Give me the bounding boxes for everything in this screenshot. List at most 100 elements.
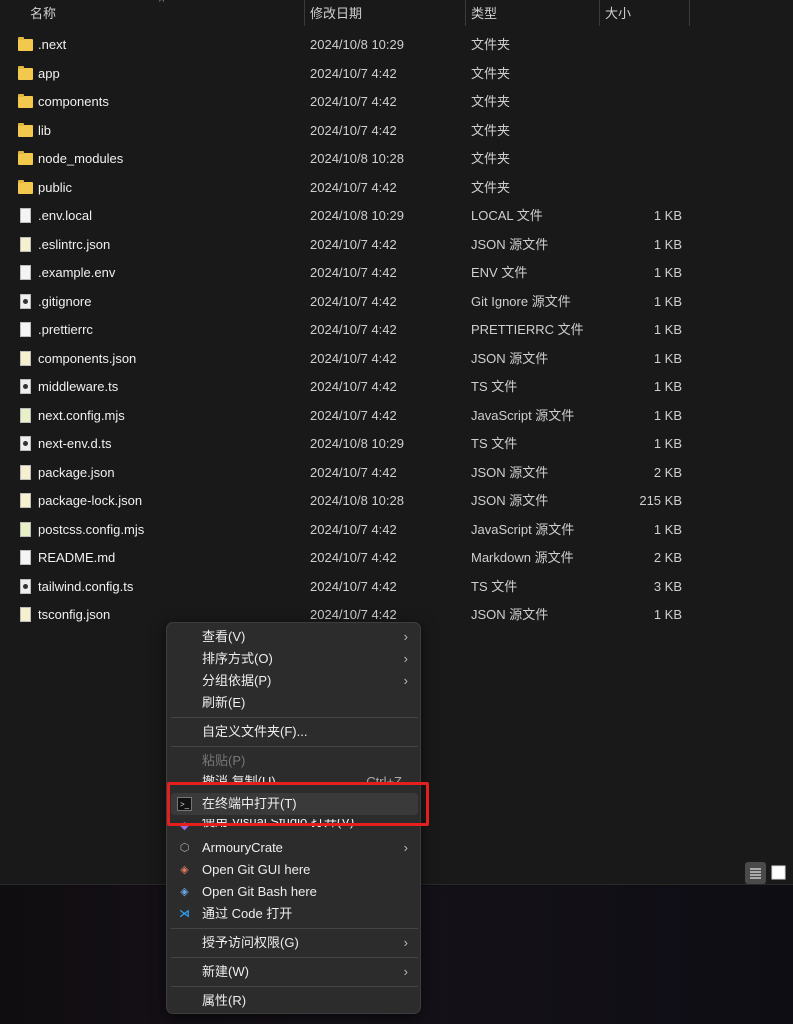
file-row[interactable]: .next 2024/10/8 10:29 文件夹	[0, 31, 793, 59]
file-name: package-lock.json	[38, 493, 143, 508]
file-modified: 2024/10/7 4:42	[310, 65, 397, 81]
file-name: .eslintrc.json	[38, 236, 111, 252]
column-divider[interactable]	[304, 0, 305, 26]
chevron-right-icon: ›	[403, 651, 408, 666]
file-name: tailwind.config.ts	[38, 578, 134, 594]
file-name: middleware.ts	[38, 379, 119, 394]
file-row[interactable]: postcss.config.mjs 2024/10/7 4:42 JavaScri…	[0, 516, 793, 544]
file-row[interactable]: lib 2024/10/7 4:42 文件夹	[0, 117, 793, 145]
file-name: package.json	[38, 464, 115, 480]
menu-item-git-bash[interactable]: ◈ Open Git Bash here	[171, 881, 418, 903]
file-name: next-env.d.ts	[38, 436, 112, 451]
file-type: PRETTIERRC 文件	[471, 322, 584, 337]
menu-item-armourycrate[interactable]: ⬡ ArmouryCrate ›	[171, 837, 418, 859]
file-row[interactable]: .gitignore 2024/10/7 4:42 Git Ignore 源文件 1 …	[0, 288, 793, 316]
menu-item-refresh[interactable]: 刷新(E)	[171, 692, 418, 714]
file-type: JSON 源文件	[471, 236, 549, 252]
file-modified: 2024/10/8 10:29	[310, 208, 404, 223]
menu-separator	[171, 746, 418, 747]
file-modified: 2024/10/8 10:29	[310, 436, 404, 451]
file-type: JSON 源文件	[471, 493, 549, 508]
file-type: 文件夹	[471, 94, 511, 109]
file-row[interactable]: components.json 2024/10/7 4:42 JSON 源文件 1 K…	[0, 345, 793, 373]
menu-item-sort[interactable]: 排序方式(O) ›	[171, 648, 418, 670]
file-row[interactable]: .example.env 2024/10/7 4:42 ENV 文件 1 KB	[0, 259, 793, 287]
file-modified: 2024/10/7 4:42	[310, 236, 397, 252]
menu-item-customize-folder[interactable]: 自定义文件夹(F)...	[171, 721, 418, 743]
column-header-size[interactable]: 大小	[605, 0, 631, 28]
menu-item-paste[interactable]: 粘贴(P)	[171, 750, 418, 772]
file-size: 1 KB	[653, 350, 682, 366]
file-modified: 2024/10/7 4:42	[310, 521, 397, 537]
file-row[interactable]: public 2024/10/7 4:42 文件夹	[0, 174, 793, 202]
file-row[interactable]: tailwind.config.ts 2024/10/7 4:42 TS 文件 3 K…	[0, 573, 793, 601]
git-gui-icon: ◈	[180, 864, 189, 876]
file-row[interactable]: .eslintrc.json 2024/10/7 4:42 JSON 源文件 1 KB	[0, 231, 793, 259]
menu-item-open-with-code[interactable]: ⋊ 通过 Code 打开	[171, 903, 418, 925]
menu-label: 属性(R)	[202, 993, 247, 1008]
folder-icon	[18, 65, 33, 80]
menu-item-group[interactable]: 分组依据(P) ›	[171, 670, 418, 692]
column-divider[interactable]	[689, 0, 690, 26]
file-icon	[20, 265, 31, 280]
file-row[interactable]: package-lock.json 2024/10/8 10:28 JSON 源文件…	[0, 487, 793, 515]
column-divider[interactable]	[465, 0, 466, 26]
column-divider[interactable]	[599, 0, 600, 26]
chevron-right-icon: ›	[403, 964, 408, 979]
file-icon	[20, 322, 31, 337]
folder-icon	[18, 151, 33, 165]
file-size: 1 KB	[653, 379, 682, 394]
file-icon	[20, 464, 31, 480]
column-header-name[interactable]: 名称	[30, 0, 56, 28]
file-row[interactable]: .env.local 2024/10/8 10:29 LOCAL 文件 1 KB	[0, 202, 793, 230]
folder-icon	[18, 122, 33, 137]
file-modified: 2024/10/7 4:42	[310, 350, 397, 366]
file-size: 1 KB	[653, 607, 682, 622]
file-row[interactable]: .prettierrc 2024/10/7 4:42 PRETTIERRC 文件 1 …	[0, 316, 793, 344]
menu-item-properties[interactable]: 属性(R)	[171, 990, 418, 1012]
file-size: 1 KB	[653, 407, 682, 423]
file-icon	[20, 350, 31, 366]
file-name: next.config.mjs	[38, 407, 125, 423]
file-icon	[20, 493, 31, 508]
file-name: README.md	[38, 550, 116, 565]
details-view-icon	[750, 868, 761, 879]
file-row[interactable]: components 2024/10/7 4:42 文件夹	[0, 88, 793, 116]
large-icons-view-button[interactable]	[768, 862, 789, 884]
file-name: public	[38, 179, 72, 195]
file-icon	[20, 436, 31, 451]
menu-label: 授予访问权限(G)	[202, 935, 299, 950]
file-row[interactable]: next-env.d.ts 2024/10/8 10:29 TS 文件 1 KB	[0, 430, 793, 458]
file-row[interactable]: README.md 2024/10/7 4:42 Markdown 源文件 2 KB	[0, 544, 793, 572]
file-size: 215 KB	[639, 493, 682, 508]
file-modified: 2024/10/7 4:42	[310, 578, 397, 594]
file-icon	[20, 607, 31, 622]
file-row[interactable]: app 2024/10/7 4:42 文件夹	[0, 60, 793, 88]
menu-item-grant-access[interactable]: 授予访问权限(G) ›	[171, 932, 418, 954]
file-size: 3 KB	[653, 578, 682, 594]
file-row[interactable]: next.config.mjs 2024/10/7 4:42 JavaScript …	[0, 402, 793, 430]
menu-item-git-gui[interactable]: ◈ Open Git GUI here	[171, 859, 418, 881]
file-row[interactable]: package.json 2024/10/7 4:42 JSON 源文件 2 KB	[0, 459, 793, 487]
column-header-modified[interactable]: 修改日期	[310, 0, 362, 28]
file-icon	[20, 521, 31, 537]
file-type: LOCAL 文件	[471, 208, 543, 223]
menu-item-view[interactable]: 查看(V) ›	[171, 626, 418, 648]
file-modified: 2024/10/7 4:42	[310, 122, 397, 138]
file-row[interactable]: middleware.ts 2024/10/7 4:42 TS 文件 1 KB	[0, 373, 793, 401]
file-row[interactable]: node_modules 2024/10/8 10:28 文件夹	[0, 145, 793, 173]
file-type: TS 文件	[471, 379, 518, 394]
menu-separator	[171, 928, 418, 929]
details-view-button[interactable]	[745, 862, 766, 884]
file-modified: 2024/10/7 4:42	[310, 407, 397, 423]
menu-label: Open Git Bash here	[202, 884, 317, 899]
menu-label: ArmouryCrate	[202, 840, 283, 855]
file-size: 1 KB	[653, 236, 682, 252]
file-name: .prettierrc	[38, 322, 93, 337]
file-modified: 2024/10/8 10:28	[310, 151, 404, 166]
column-header-type[interactable]: 类型	[471, 0, 497, 28]
file-icon	[20, 208, 31, 223]
menu-item-new[interactable]: 新建(W) ›	[171, 961, 418, 983]
menu-label: 自定义文件夹(F)...	[202, 724, 308, 739]
file-name: .example.env	[38, 265, 116, 280]
